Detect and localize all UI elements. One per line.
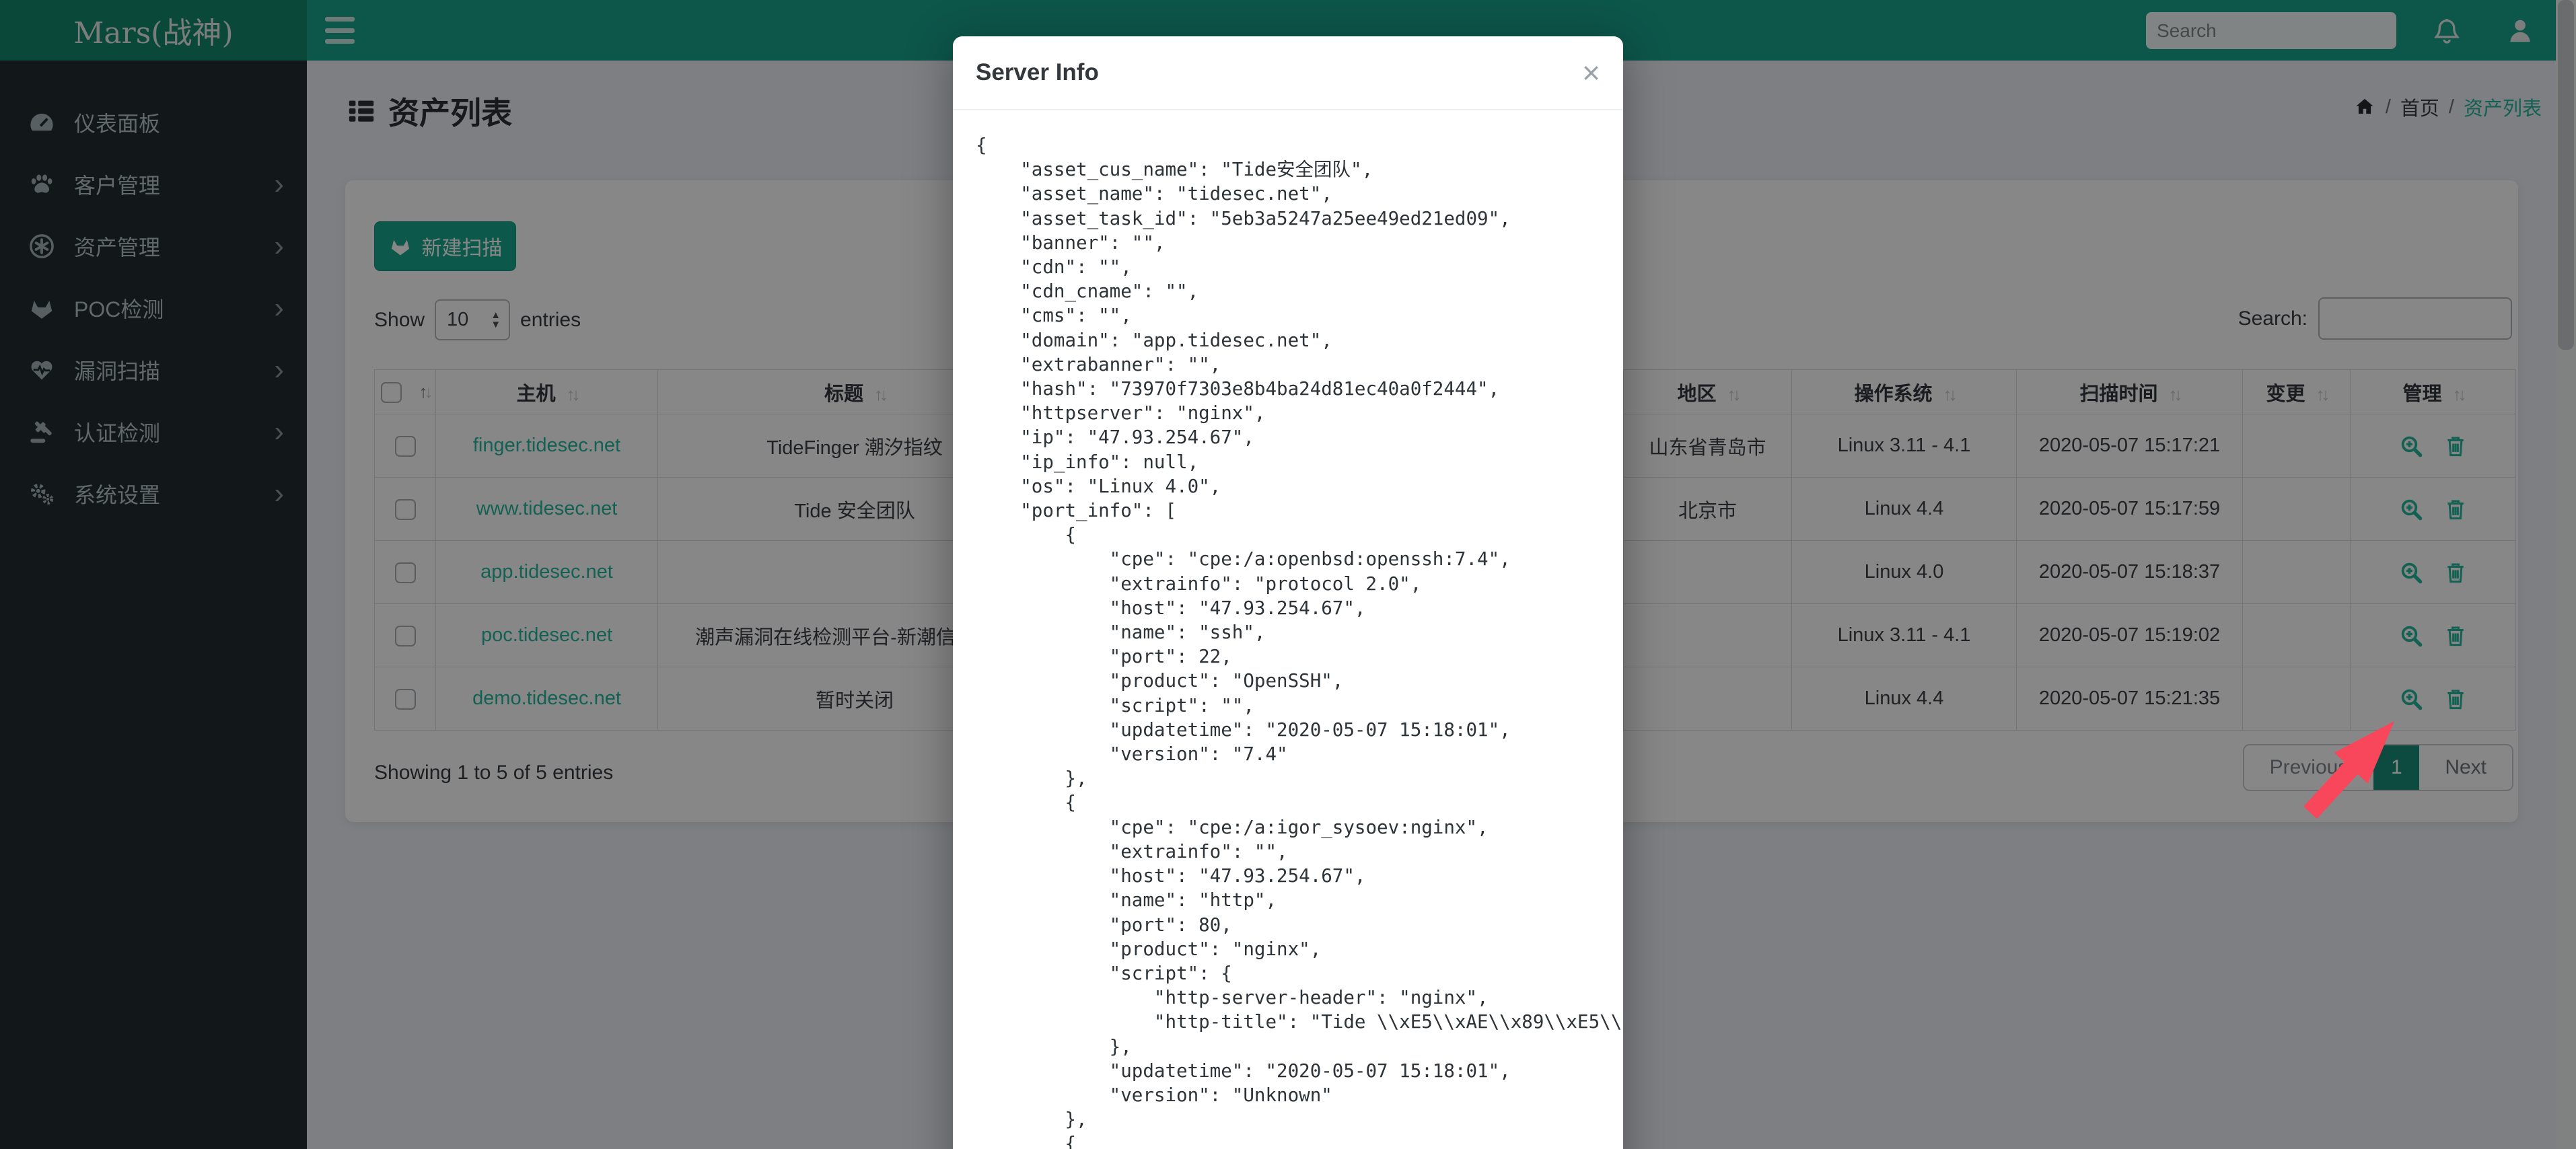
modal-body: { "asset_cus_name": "Tide安全团队", "asset_n… bbox=[953, 110, 1622, 1149]
server-info-modal: Server Info × { "asset_cus_name": "Tide安… bbox=[953, 36, 1623, 1149]
modal-header: Server Info × bbox=[953, 36, 1623, 110]
close-icon[interactable]: × bbox=[1582, 57, 1600, 88]
modal-title: Server Info bbox=[976, 59, 1099, 85]
modal-json: { "asset_cus_name": "Tide安全团队", "asset_n… bbox=[976, 135, 1622, 1149]
